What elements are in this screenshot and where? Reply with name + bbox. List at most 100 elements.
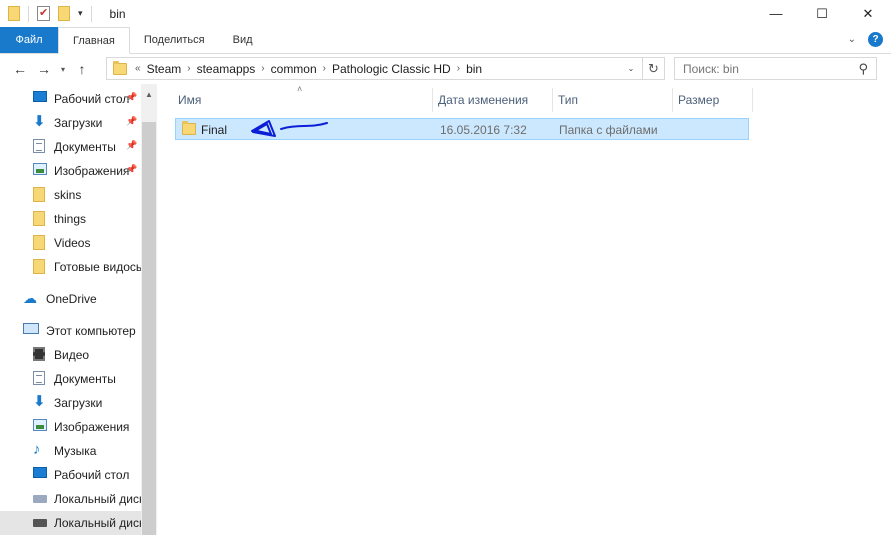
documents-icon — [33, 371, 45, 385]
up-button[interactable]: ↑ — [70, 57, 94, 81]
sidebar-item-local-disk-2[interactable]: Локальный диск — [0, 511, 141, 535]
pictures-icon — [33, 163, 47, 175]
video-icon — [33, 347, 45, 361]
sidebar-item-pictures[interactable]: Изображения 📌 — [0, 159, 141, 183]
column-header-date[interactable]: Дата изменения — [433, 88, 553, 112]
maximize-button[interactable]: ☐ — [799, 0, 845, 27]
breadcrumb-separator[interactable]: › — [259, 63, 266, 74]
pin-icon: 📌 — [126, 116, 138, 126]
sidebar-item-skins[interactable]: skins — [0, 183, 141, 207]
breadcrumb-separator[interactable]: › — [455, 63, 462, 74]
sidebar-item-things[interactable]: things — [0, 207, 141, 231]
desktop-icon — [33, 467, 47, 478]
sidebar-item-pc-desktop[interactable]: Рабочий стол — [0, 463, 141, 487]
pin-icon: 📌 — [126, 92, 138, 102]
sidebar-item-documents[interactable]: Документы 📌 — [0, 135, 141, 159]
window-controls: — ☐ ✕ — [753, 0, 891, 27]
sidebar-item-label: Изображения — [54, 420, 130, 434]
address-bar[interactable]: « Steam › steamapps › common › Pathologi… — [106, 57, 665, 80]
sidebar-item-label: Videos — [54, 236, 91, 250]
sidebar-item-label: Локальный диск — [54, 492, 141, 506]
tab-home[interactable]: Главная — [58, 27, 130, 54]
minimize-button[interactable]: — — [753, 0, 799, 27]
sidebar-item-pc-pictures[interactable]: Изображения — [0, 415, 141, 439]
sidebar-item-label: Видео — [54, 348, 90, 362]
breadcrumb-separator[interactable]: › — [321, 63, 328, 74]
column-header-name[interactable]: Имя — [173, 88, 433, 112]
breadcrumb-common[interactable]: common — [267, 62, 321, 76]
music-icon: ♪ — [33, 441, 41, 458]
drive-icon — [33, 519, 47, 527]
sidebar-item-label: things — [54, 212, 87, 226]
sidebar-item-label: Документы — [54, 140, 116, 154]
sidebar-item-videos[interactable]: Videos — [0, 231, 141, 255]
sidebar-item-desktop[interactable]: Рабочий стол 📌 — [0, 87, 141, 111]
scroll-up-button[interactable]: ▲ — [141, 90, 157, 99]
sidebar-item-downloads[interactable]: ⬇ Загрузки 📌 — [0, 111, 141, 135]
sidebar-item-label: Готовые видосы — [54, 260, 141, 274]
divider — [90, 5, 92, 22]
sidebar-item-onedrive[interactable]: ☁ OneDrive — [0, 287, 141, 311]
downloads-icon: ⬇ — [33, 393, 46, 410]
sidebar-item-local-disk-1[interactable]: Локальный диск — [0, 487, 141, 511]
help-icon[interactable]: ? — [868, 32, 883, 47]
overflow-chevron[interactable]: « — [133, 63, 143, 74]
recent-locations-button[interactable]: ▾ — [56, 57, 70, 81]
new-folder-icon[interactable] — [58, 6, 70, 21]
tab-view[interactable]: Вид — [219, 27, 267, 53]
forward-button[interactable]: → — [32, 57, 56, 81]
sidebar-item-label: Локальный диск — [54, 516, 141, 530]
file-list: ˄ Имя Дата изменения Тип Размер Final 16… — [157, 84, 891, 535]
sidebar-item-this-pc[interactable]: Этот компьютер — [0, 319, 141, 343]
window-title: bin — [109, 6, 126, 21]
folder-icon — [182, 121, 196, 135]
sidebar-item-label: Рабочий стол — [54, 468, 130, 482]
sidebar-item-pc-downloads[interactable]: ⬇ Загрузки — [0, 391, 141, 415]
pictures-icon — [33, 419, 47, 431]
search-box[interactable]: ⚲ — [674, 57, 877, 80]
quick-access-toolbar: ▾ — [0, 5, 100, 22]
sidebar-scrollbar[interactable]: ▲ — [141, 84, 157, 535]
sidebar-item-label: Изображения — [54, 164, 130, 178]
breadcrumb-steamapps[interactable]: steamapps — [193, 62, 260, 76]
folder-icon — [113, 60, 127, 75]
search-icon[interactable]: ⚲ — [858, 61, 868, 77]
sidebar-item-pc-documents[interactable]: Документы — [0, 367, 141, 391]
breadcrumb-bin[interactable]: bin — [462, 62, 486, 76]
sidebar-item-label: Загрузки — [54, 116, 103, 130]
sidebar-item-label: Музыка — [54, 444, 97, 458]
breadcrumb-separator[interactable]: › — [185, 63, 192, 74]
file-date: 16.05.2016 7:32 — [440, 123, 527, 137]
sidebar-item-label: Загрузки — [54, 396, 103, 410]
scroll-thumb[interactable] — [142, 122, 156, 535]
folder-icon — [33, 211, 45, 226]
ribbon-tabs: Файл Главная Поделиться Вид ⌄ ? — [0, 27, 891, 54]
sidebar-item-ready-videos[interactable]: Готовые видосы — [0, 255, 141, 279]
folder-icon — [33, 259, 45, 274]
column-header-type[interactable]: Тип — [553, 88, 673, 112]
ribbon-right: ⌄ ? — [848, 32, 883, 47]
sidebar-item-pc-music[interactable]: ♪ Музыка — [0, 439, 141, 463]
divider — [28, 5, 29, 22]
desktop-icon — [33, 91, 47, 102]
address-dropdown-button[interactable]: ⌄ — [622, 58, 640, 79]
file-name: Final — [201, 123, 228, 137]
sidebar-item-pc-video[interactable]: Видео — [0, 343, 141, 367]
column-header-size[interactable]: Размер — [673, 88, 753, 112]
back-button[interactable]: ← — [8, 57, 32, 81]
refresh-button[interactable]: ↻ — [642, 58, 664, 79]
navigation-bar: ← → ▾ ↑ « Steam › steamapps › common › P… — [0, 54, 891, 84]
hand-drawn-arrow-annotation — [251, 120, 328, 137]
search-input[interactable] — [683, 61, 843, 76]
breadcrumb-steam[interactable]: Steam — [143, 62, 186, 76]
chevron-down-icon[interactable]: ⌄ — [848, 34, 856, 45]
breadcrumb-pathologic[interactable]: Pathologic Classic HD — [328, 62, 455, 76]
tab-share[interactable]: Поделиться — [130, 27, 219, 53]
folder-icon — [33, 235, 45, 250]
downloads-icon: ⬇ — [33, 113, 46, 130]
properties-icon[interactable] — [37, 6, 50, 21]
close-button[interactable]: ✕ — [845, 0, 891, 27]
tab-file[interactable]: Файл — [0, 27, 58, 53]
folder-icon — [8, 6, 20, 21]
customize-toolbar-icon[interactable]: ▾ — [78, 8, 83, 19]
